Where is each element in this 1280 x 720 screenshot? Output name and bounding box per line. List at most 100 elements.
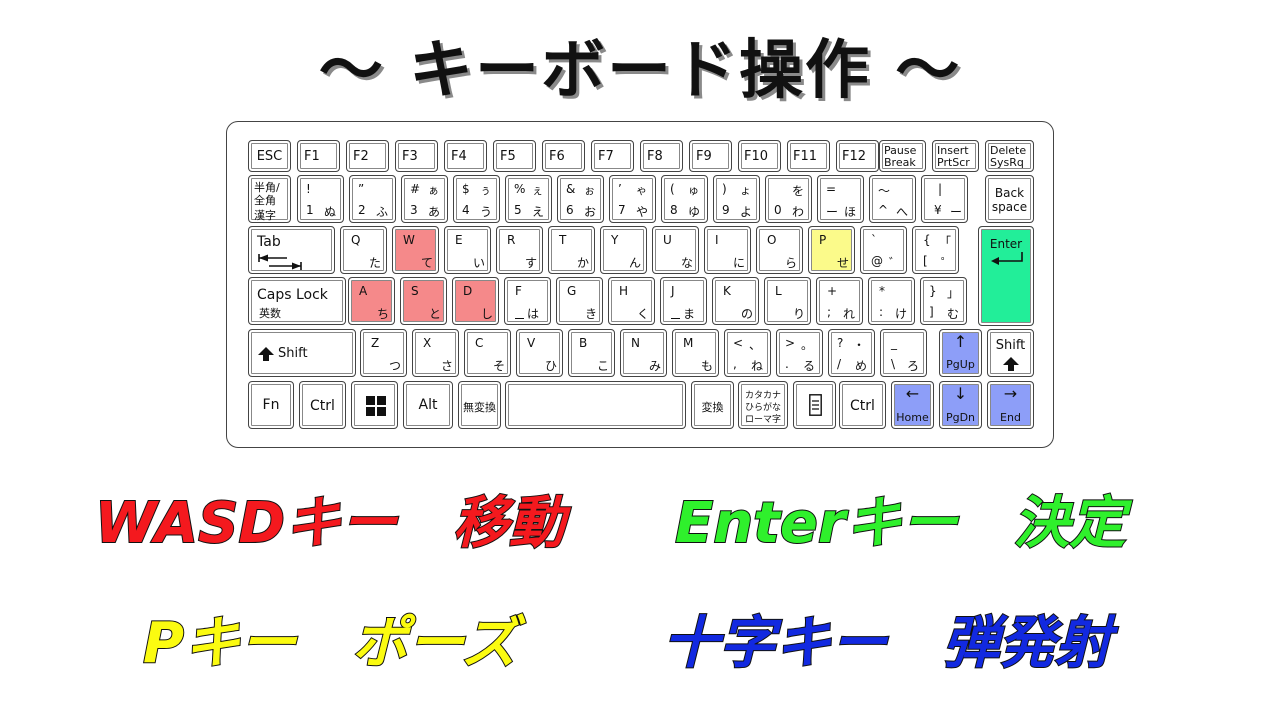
key-u[interactable]: U な [652,226,699,274]
key-space[interactable] [505,381,686,429]
key-backslash[interactable]: _ \ ろ [880,329,927,377]
key-f12[interactable]: F12 [836,140,879,172]
key-e[interactable]: E い [444,226,491,274]
key-comma[interactable]: < 、 , ね [724,329,771,377]
key-9-kana: よ [740,205,753,219]
key-ctrl-left[interactable]: Ctrl [299,381,346,429]
key-z[interactable]: Z つ [360,329,407,377]
key-pgup-label: PgUp [946,358,975,371]
key-h-kana: く [637,307,650,321]
key-enter[interactable]: Enter [978,226,1034,326]
key-alt[interactable]: Alt [403,381,453,429]
key-bracket-close[interactable]: } 」 ] む [920,277,967,325]
key-at[interactable]: ` @ ゛ [860,226,907,274]
key-o-label: O [767,233,777,247]
key-4[interactable]: $ ぅ 4 う [453,175,500,223]
key-j[interactable]: J ま [660,277,707,325]
key-n[interactable]: N み [620,329,667,377]
key-f8-label: F8 [647,149,663,164]
key-q[interactable]: Q た [340,226,387,274]
key-1[interactable]: ! 1 ぬ [297,175,344,223]
key-5[interactable]: % ぇ 5 え [505,175,552,223]
key-k[interactable]: K の [712,277,759,325]
key-f9[interactable]: F9 [689,140,732,172]
key-hankaku-label-2: 全角 [254,194,276,207]
key-r[interactable]: R す [496,226,543,274]
key-f4[interactable]: F4 [444,140,487,172]
key-ctrl-right[interactable]: Ctrl [839,381,886,429]
key-slash-sym: ? [837,336,844,350]
key-slash[interactable]: ? ・ / め [828,329,875,377]
key-semicolon[interactable]: + ; れ [816,277,863,325]
key-w-kana: て [421,256,434,270]
key-f3[interactable]: F3 [395,140,438,172]
key-m[interactable]: M も [672,329,719,377]
key-s[interactable]: S と [400,277,447,325]
key-f6[interactable]: F6 [542,140,585,172]
key-d[interactable]: D し [452,277,499,325]
key-caps-lock[interactable]: Caps Lock 英数 [248,277,346,325]
key-f1[interactable]: F1 [297,140,340,172]
key-7[interactable]: ’ ゃ 7 や [609,175,656,223]
key-o[interactable]: O ら [756,226,803,274]
key-pgup[interactable]: ↑ PgUp [939,329,982,377]
key-f11[interactable]: F11 [787,140,830,172]
key-f5[interactable]: F5 [493,140,536,172]
key-f2[interactable]: F2 [346,140,389,172]
key-backspace[interactable]: Back space [985,175,1034,223]
key-f11-label: F11 [793,149,818,164]
key-8[interactable]: ( ゅ 8 ゆ [661,175,708,223]
key-shift-right[interactable]: Shift [987,329,1034,377]
key-f[interactable]: F は [504,277,551,325]
key-muhenkan[interactable]: 無変換 [458,381,501,429]
key-v[interactable]: V ひ [516,329,563,377]
key-insert[interactable]: Insert PrtScr [932,140,979,172]
key-yen[interactable]: | ¥ ー [921,175,968,223]
key-caret[interactable]: 〜 ^ へ [869,175,916,223]
key-g[interactable]: G き [556,277,603,325]
key-insert-label-2: PrtScr [937,156,970,169]
key-yen-kana: ー [950,205,963,219]
key-pgdn[interactable]: ↓ PgDn [939,381,982,429]
key-w[interactable]: W て [392,226,439,274]
key-i[interactable]: I に [704,226,751,274]
menu-icon [809,394,822,416]
key-menu[interactable] [793,381,836,429]
key-b[interactable]: B こ [568,329,615,377]
key-h[interactable]: H く [608,277,655,325]
key-end[interactable]: → End [987,381,1034,429]
key-y[interactable]: Y ん [600,226,647,274]
key-semicolon-num: ; [827,305,832,319]
key-t[interactable]: T か [548,226,595,274]
key-bracket-open[interactable]: { 「 [ ゜ [912,226,959,274]
key-pause[interactable]: Pause Break [879,140,926,172]
key-tab[interactable]: Tab [248,226,335,274]
key-shift-left[interactable]: Shift [248,329,356,377]
key-colon[interactable]: * : け [868,277,915,325]
key-windows[interactable] [351,381,398,429]
key-period[interactable]: > 。 . る [776,329,823,377]
key-c[interactable]: C そ [464,329,511,377]
key-x[interactable]: X さ [412,329,459,377]
key-home[interactable]: ← Home [891,381,934,429]
key-l[interactable]: L り [764,277,811,325]
key-p[interactable]: P せ [808,226,855,274]
key-f8[interactable]: F8 [640,140,683,172]
key-0[interactable]: を 0 わ [765,175,812,223]
key-at-kana: ゛ [889,256,902,270]
key-6[interactable]: & ぉ 6 お [557,175,604,223]
key-delete[interactable]: Delete SysRq [985,140,1034,172]
key-minus[interactable]: = ー ほ [817,175,864,223]
key-esc[interactable]: ESC [248,140,291,172]
key-f7[interactable]: F7 [591,140,634,172]
key-f10[interactable]: F10 [738,140,781,172]
key-kana[interactable]: カタカナ ひらがな ローマ字 [738,381,788,429]
key-9[interactable]: ) ょ 9 よ [713,175,760,223]
key-henkan[interactable]: 変換 [691,381,734,429]
key-f-kana: は [527,307,540,321]
key-hankaku[interactable]: 半角/ 全角 漢字 [248,175,291,223]
key-a[interactable]: A ち [348,277,395,325]
key-2[interactable]: ” 2 ふ [349,175,396,223]
key-fn[interactable]: Fn [248,381,294,429]
key-3[interactable]: # ぁ 3 あ [401,175,448,223]
